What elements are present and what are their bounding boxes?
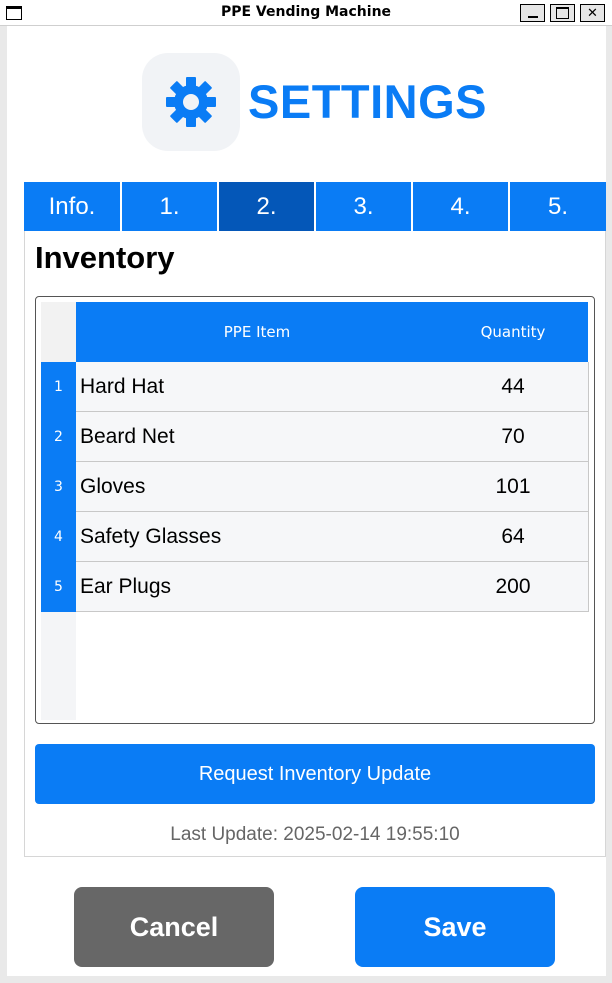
tab-1[interactable]: 1.: [122, 182, 217, 231]
column-header-quantity[interactable]: Quantity: [438, 302, 588, 362]
last-update-label: Last Update: 2025-02-14 19:55:10: [170, 824, 460, 845]
page-title: SETTINGS: [248, 75, 488, 128]
minimize-button[interactable]: [520, 4, 545, 22]
item-cell[interactable]: Ear Plugs: [76, 562, 439, 612]
item-cell[interactable]: Hard Hat: [76, 362, 439, 412]
row-header[interactable]: 3: [41, 462, 76, 512]
row-header[interactable]: 5: [41, 562, 76, 612]
table-corner: [41, 302, 76, 362]
quantity-cell[interactable]: 101: [438, 462, 589, 512]
item-cell[interactable]: Gloves: [76, 462, 439, 512]
tab-4[interactable]: 4.: [413, 182, 508, 231]
quantity-cell[interactable]: 200: [438, 562, 589, 612]
section-title: Inventory: [35, 240, 175, 275]
quantity-cell[interactable]: 70: [438, 412, 589, 462]
row-header-empty-area: [41, 612, 76, 720]
window-frame-right: [606, 26, 612, 983]
tab-5[interactable]: 5.: [510, 182, 606, 231]
close-button[interactable]: ✕: [580, 4, 605, 22]
row-header[interactable]: 1: [41, 362, 76, 412]
tab-bar: Info. 1. 2. 3. 4. 5.: [24, 182, 606, 231]
settings-icon-tile: [142, 53, 240, 151]
inventory-table[interactable]: PPE Item Quantity 1 Hard Hat 44 2 Beard …: [35, 296, 595, 724]
request-inventory-update-button[interactable]: Request Inventory Update: [35, 744, 595, 804]
title-bar: PPE Vending Machine ✕: [0, 0, 612, 26]
cancel-button[interactable]: Cancel: [74, 887, 274, 967]
item-cell[interactable]: Beard Net: [76, 412, 439, 462]
window-frame-left: [0, 26, 7, 983]
maximize-button[interactable]: [550, 4, 575, 22]
tab-info[interactable]: Info.: [24, 182, 120, 231]
column-header-ppe-item[interactable]: PPE Item: [76, 302, 438, 362]
gear-icon: [166, 77, 216, 127]
tab-2[interactable]: 2.: [219, 182, 314, 231]
save-button[interactable]: Save: [355, 887, 555, 967]
row-header[interactable]: 4: [41, 512, 76, 562]
row-header[interactable]: 2: [41, 412, 76, 462]
quantity-cell[interactable]: 64: [438, 512, 589, 562]
tab-3[interactable]: 3.: [316, 182, 411, 231]
item-cell[interactable]: Safety Glasses: [76, 512, 439, 562]
quantity-cell[interactable]: 44: [438, 362, 589, 412]
window-frame-bottom: [0, 976, 612, 983]
